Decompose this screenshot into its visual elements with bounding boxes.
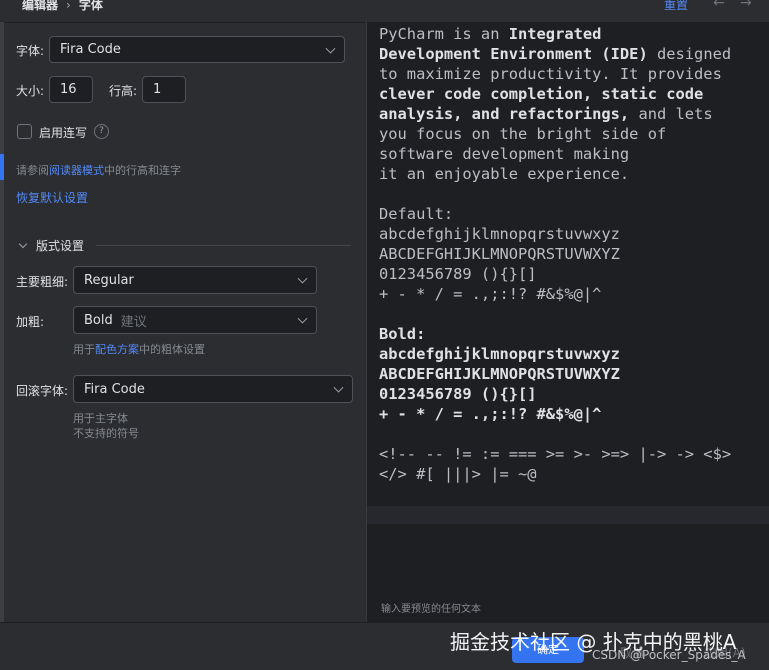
line-height-input[interactable]: 1 <box>142 76 186 103</box>
preview-line: software development making <box>379 145 630 163</box>
preview-line-bold: analysis, and refactorings, <box>379 105 630 123</box>
bold-weight-value: Bold <box>84 312 113 328</box>
preview-line: to maximize productivity. It provides <box>379 65 722 83</box>
settings-tree-edge <box>0 22 4 622</box>
chevron-down-icon <box>297 273 308 284</box>
line-height-value: 1 <box>153 82 162 97</box>
bold-note: 用于配色方案中的粗体设置 <box>73 341 205 357</box>
fallback-font-value: Fira Code <box>84 381 145 397</box>
selection-marker <box>0 154 4 180</box>
preview-line: designed <box>647 45 732 63</box>
preview-text: PyCharm is an Integrated Development Env… <box>379 24 764 484</box>
fallback-font-label: 回滚字体: <box>16 384 69 398</box>
main-weight-value: Regular <box>84 272 134 288</box>
size-label: 大小: <box>16 84 45 98</box>
preview-line: you focus on the bright side of <box>379 125 667 143</box>
fallback-note-2: 不支持的符号 <box>73 427 139 440</box>
font-label: 字体: <box>16 44 45 58</box>
chevron-down-icon <box>18 239 28 249</box>
typography-section-title: 版式设置 <box>36 239 85 253</box>
preview-bold-title: Bold: <box>379 325 426 343</box>
preview-uppercase: ABCDEFGHIJKLMNOPQRSTUVWXYZ <box>379 245 620 263</box>
restore-defaults-link[interactable]: 恢复默认设置 <box>16 189 88 206</box>
preview-hint: 输入要预览的任何文本 <box>381 604 481 615</box>
preview-ligatures: </> #[ |||> |= ~@ <box>379 465 537 483</box>
main-weight-label: 主要粗细: <box>16 275 69 289</box>
font-select-value: Fira Code <box>60 42 121 57</box>
caret-line-highlight <box>367 506 769 524</box>
chevron-down-icon <box>325 43 336 54</box>
bold-note-suffix: 中的粗体设置 <box>139 343 205 356</box>
font-select[interactable]: Fira Code <box>49 36 345 63</box>
fallback-note-1: 用于主字体 <box>73 412 128 425</box>
help-icon[interactable]: ? <box>94 124 109 139</box>
main-weight-select[interactable]: Regular <box>73 266 317 294</box>
settings-header: 编辑器 › 字体 重置 ← → <box>0 0 769 23</box>
bold-weight-label: 加粗: <box>16 315 45 329</box>
reader-mode-note: 请参阅阅读器模式中的行高和连字 <box>16 162 181 178</box>
ligatures-checkbox[interactable] <box>17 124 32 139</box>
reader-note-suffix: 中的行高和连字 <box>104 164 181 177</box>
bold-weight-select[interactable]: Bold 建议 <box>73 306 317 334</box>
font-size-input[interactable]: 16 <box>49 76 93 103</box>
breadcrumb-separator: › <box>66 0 71 12</box>
color-scheme-link[interactable]: 配色方案 <box>95 343 139 356</box>
preview-line: PyCharm is an <box>379 25 509 43</box>
reset-button[interactable]: 重置 <box>664 0 688 13</box>
typography-section-header[interactable]: 版式设置 <box>18 237 84 254</box>
reader-mode-link[interactable]: 阅读器模式 <box>49 164 104 177</box>
breadcrumb-current: 字体 <box>78 0 103 12</box>
preview-line: it an enjoyable experience. <box>379 165 630 183</box>
font-preview-editor[interactable]: PyCharm is an Integrated Development Env… <box>366 22 769 622</box>
arrow-left-icon[interactable]: ← <box>713 0 725 11</box>
ligatures-label[interactable]: 启用连写 <box>39 124 87 141</box>
reader-note-prefix: 请参阅 <box>16 164 49 177</box>
preview-bold-digits: 0123456789 (){}[] <box>379 385 537 403</box>
watermark-small: CSDN @Pocker_Spades_A <box>592 648 746 662</box>
font-size-value: 16 <box>60 82 77 97</box>
preview-line-bold: Integrated <box>508 25 602 43</box>
preview-digits: 0123456789 (){}[] <box>379 265 537 283</box>
preview-symbols: + - * / = .,;:!? #&$%@|^ <box>379 285 602 303</box>
preview-bold-uppercase: ABCDEFGHIJKLMNOPQRSTUVWXYZ <box>379 365 620 383</box>
preview-ligatures: <!-- -- != := === >= >- >=> |-> -> <$> <box>379 445 732 463</box>
line-height-label: 行高: <box>109 84 138 98</box>
preview-lowercase: abcdefghijklmnopqrstuvwxyz <box>379 225 620 243</box>
bold-note-prefix: 用于 <box>73 343 95 356</box>
preview-bold-lowercase: abcdefghijklmnopqrstuvwxyz <box>379 345 620 363</box>
preview-line-bold: Development Environment (IDE) <box>379 45 648 63</box>
chevron-down-icon <box>333 382 344 393</box>
preview-bold-symbols: + - * / = .,;:!? #&$%@|^ <box>379 405 602 423</box>
chevron-down-icon <box>297 313 308 324</box>
arrow-right-icon[interactable]: → <box>740 0 752 11</box>
breadcrumb-parent[interactable]: 编辑器 <box>22 0 58 12</box>
preview-line: and lets <box>629 105 713 123</box>
bold-weight-hint: 建议 <box>120 314 147 330</box>
preview-line-bold: clever code completion, static code <box>379 85 704 103</box>
section-divider <box>96 245 351 246</box>
fallback-font-select[interactable]: Fira Code <box>73 375 353 403</box>
preview-default-title: Default: <box>379 205 454 223</box>
breadcrumb: 编辑器 › 字体 <box>22 0 103 13</box>
